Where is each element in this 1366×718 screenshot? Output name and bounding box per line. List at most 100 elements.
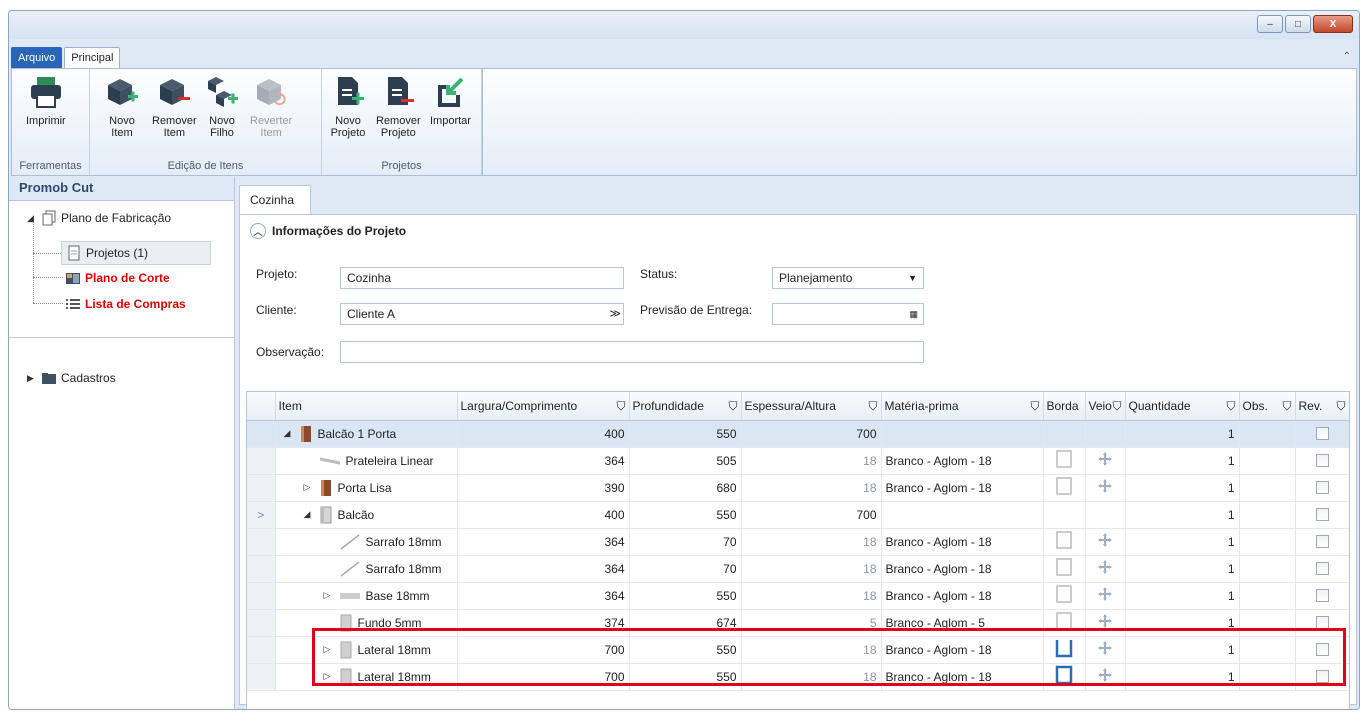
status-select[interactable]: Planejamento ▼ <box>772 267 924 289</box>
veio-cell[interactable] <box>1085 420 1126 448</box>
veio-cell[interactable] <box>1085 636 1126 664</box>
rev-cell[interactable] <box>1295 663 1349 691</box>
expander-icon[interactable]: ▷ <box>324 590 334 601</box>
espessura-cell[interactable]: 18 <box>741 555 882 583</box>
filter-icon[interactable]: ⛉ <box>1336 399 1345 414</box>
borda-cell[interactable] <box>1043 663 1086 691</box>
dropdown-double-chevron-icon[interactable]: ≫ <box>609 304 621 324</box>
col-item[interactable]: Item <box>275 392 458 421</box>
veio-cell[interactable] <box>1085 582 1126 610</box>
table-row[interactable]: ▷ Lateral 18mm 700 550 18 Branco - Aglom - 18… <box>247 636 1349 664</box>
veio-cell[interactable] <box>1085 663 1126 691</box>
espessura-cell[interactable]: 700 <box>741 501 882 529</box>
table-row[interactable]: ▷ Porta Lisa 390 680 18 Branco - Aglom - 18 1 <box>247 474 1349 502</box>
tree-plano-corte[interactable]: Plano de Corte <box>65 267 170 289</box>
novo-projeto-button[interactable]: Novo Projeto <box>330 75 366 139</box>
row-selector[interactable] <box>247 555 276 583</box>
row-selector[interactable] <box>247 663 276 691</box>
expand-arrow-icon[interactable]: ▶ <box>27 373 37 384</box>
espessura-cell[interactable]: 18 <box>741 582 882 610</box>
expander-icon[interactable]: ▷ <box>324 671 334 682</box>
largura-cell[interactable]: 700 <box>457 663 630 691</box>
espessura-cell[interactable]: 18 <box>741 663 882 691</box>
rev-checkbox[interactable] <box>1315 481 1329 494</box>
rev-cell[interactable] <box>1295 501 1349 529</box>
tab-arquivo[interactable]: Arquivo <box>11 47 63 69</box>
table-row[interactable]: Sarrafo 18mm 364 70 18 Branco - Aglom - 18 1 <box>247 528 1349 556</box>
rev-cell[interactable] <box>1295 636 1349 664</box>
row-selector[interactable]: > <box>247 501 276 529</box>
profundidade-cell[interactable]: 550 <box>629 420 742 448</box>
tab-principal[interactable]: Principal <box>64 47 121 69</box>
table-row[interactable]: Sarrafo 18mm 364 70 18 Branco - Aglom - 18 1 <box>247 555 1349 583</box>
materia-prima-cell[interactable]: Branco - Aglom - 18 <box>881 582 1044 610</box>
obs-cell[interactable] <box>1239 447 1296 475</box>
collapse-ribbon-icon[interactable]: ⌃ <box>1343 51 1351 62</box>
tree-lista-compras[interactable]: Lista de Compras <box>65 293 186 315</box>
espessura-cell[interactable]: 700 <box>741 420 882 448</box>
table-row[interactable]: > ◢ Balcão 400 550 700 1 <box>247 501 1349 529</box>
filter-icon[interactable]: ⛉ <box>616 399 625 414</box>
borda-cell[interactable] <box>1043 474 1086 502</box>
veio-cell[interactable] <box>1085 447 1126 475</box>
col-espessura[interactable]: Espessura/Altura ⛉ <box>741 392 882 421</box>
profundidade-cell[interactable]: 550 <box>629 663 742 691</box>
rev-checkbox[interactable] <box>1315 535 1329 548</box>
borda-cell[interactable] <box>1043 636 1086 664</box>
expander-icon[interactable]: ▷ <box>304 482 314 493</box>
profundidade-cell[interactable]: 550 <box>629 582 742 610</box>
close-button[interactable]: X <box>1313 15 1353 33</box>
rev-cell[interactable] <box>1295 582 1349 610</box>
rev-cell[interactable] <box>1295 555 1349 583</box>
profundidade-cell[interactable]: 70 <box>629 528 742 556</box>
filter-icon[interactable]: ⛉ <box>1112 399 1121 414</box>
previsao-date-field[interactable]: ▦ <box>772 303 924 325</box>
row-selector[interactable] <box>247 528 276 556</box>
rev-cell[interactable] <box>1295 528 1349 556</box>
item-cell[interactable]: ◢ Balcão 1 Porta <box>275 420 458 448</box>
imprimir-button[interactable]: Imprimir <box>26 75 66 127</box>
quantidade-cell[interactable]: 1 <box>1125 474 1240 502</box>
row-selector[interactable] <box>247 636 276 664</box>
item-cell[interactable]: Sarrafo 18mm <box>275 555 458 583</box>
obs-cell[interactable] <box>1239 474 1296 502</box>
profundidade-cell[interactable]: 674 <box>629 609 742 637</box>
filter-icon[interactable]: ⛉ <box>1282 399 1291 414</box>
profundidade-cell[interactable]: 550 <box>629 636 742 664</box>
quantidade-cell[interactable]: 1 <box>1125 582 1240 610</box>
largura-cell[interactable]: 364 <box>457 447 630 475</box>
expander-icon[interactable]: ◢ <box>284 428 294 439</box>
col-profundidade[interactable]: Profundidade ⛉ <box>629 392 742 421</box>
col-rev[interactable]: Rev. ⛉ <box>1295 392 1349 421</box>
largura-cell[interactable]: 390 <box>457 474 630 502</box>
filter-icon[interactable]: ⛉ <box>1030 399 1039 414</box>
col-quantidade[interactable]: Quantidade ⛉ <box>1125 392 1240 421</box>
largura-cell[interactable]: 364 <box>457 555 630 583</box>
filter-icon[interactable]: ⛉ <box>1226 399 1235 414</box>
profundidade-cell[interactable]: 550 <box>629 501 742 529</box>
item-cell[interactable]: ▷ Porta Lisa <box>275 474 458 502</box>
row-selector[interactable] <box>247 474 276 502</box>
quantidade-cell[interactable]: 1 <box>1125 609 1240 637</box>
cliente-field[interactable]: Cliente A ≫ <box>340 303 624 325</box>
quantidade-cell[interactable]: 1 <box>1125 420 1240 448</box>
borda-cell[interactable] <box>1043 447 1086 475</box>
tree-plano-fabricacao[interactable]: ◢ Plano de Fabricação <box>27 207 171 229</box>
espessura-cell[interactable]: 18 <box>741 528 882 556</box>
dropdown-arrow-icon[interactable]: ▼ <box>908 268 917 288</box>
tree-projetos[interactable]: Projetos (1) <box>61 241 211 265</box>
largura-cell[interactable]: 364 <box>457 528 630 556</box>
rev-cell[interactable] <box>1295 420 1349 448</box>
item-cell[interactable]: ▷ Base 18mm <box>275 582 458 610</box>
remover-item-button[interactable]: Remover Item <box>152 75 197 139</box>
observacao-field[interactable] <box>340 341 924 363</box>
item-cell[interactable]: ▷ Lateral 18mm <box>275 663 458 691</box>
item-cell[interactable]: Sarrafo 18mm <box>275 528 458 556</box>
materia-prima-cell[interactable]: Branco - Aglom - 18 <box>881 636 1044 664</box>
materia-prima-cell[interactable]: Branco - Aglom - 18 <box>881 663 1044 691</box>
projeto-field[interactable]: Cozinha <box>340 267 624 289</box>
obs-cell[interactable] <box>1239 663 1296 691</box>
rev-cell[interactable] <box>1295 609 1349 637</box>
col-veio[interactable]: Veio ⛉ <box>1085 392 1126 421</box>
profundidade-cell[interactable]: 505 <box>629 447 742 475</box>
